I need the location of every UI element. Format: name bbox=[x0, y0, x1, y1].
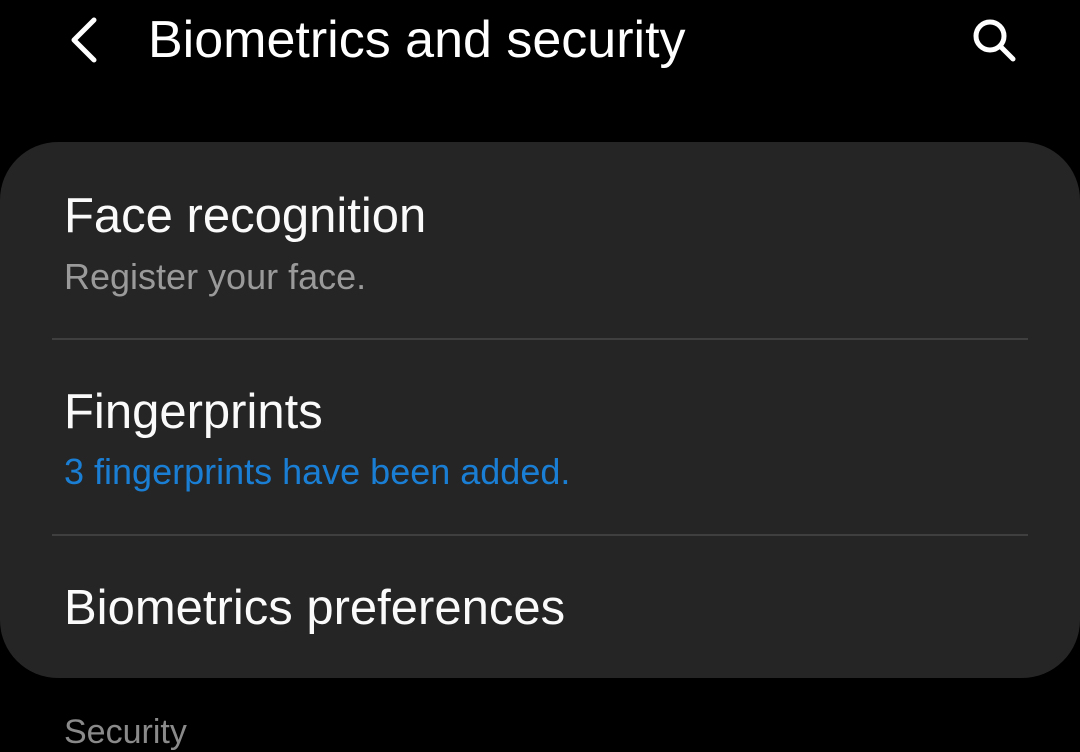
fingerprints-subtitle: 3 fingerprints have been added. bbox=[64, 451, 571, 492]
security-section-header: Security bbox=[64, 713, 187, 751]
face-recognition-subtitle: Register your face. bbox=[64, 256, 367, 297]
biometrics-card: Face recognition Register your face. Fin… bbox=[0, 142, 1080, 678]
biometrics-preferences-title: Biometrics preferences bbox=[64, 581, 566, 635]
back-button[interactable] bbox=[56, 8, 112, 72]
chevron-left-icon bbox=[71, 17, 97, 63]
fingerprints-item[interactable]: Fingerprints 3 fingerprints have been ad… bbox=[0, 340, 1080, 534]
search-button[interactable] bbox=[962, 8, 1026, 72]
search-icon bbox=[973, 19, 1016, 62]
biometrics-preferences-item[interactable]: Biometrics preferences bbox=[0, 536, 1080, 678]
fingerprints-title: Fingerprints bbox=[64, 385, 323, 439]
face-recognition-item[interactable]: Face recognition Register your face. bbox=[0, 142, 1080, 339]
page-title: Biometrics and security bbox=[148, 11, 686, 69]
app-bar: Biometrics and security bbox=[0, 0, 1080, 80]
face-recognition-title: Face recognition bbox=[64, 189, 427, 243]
